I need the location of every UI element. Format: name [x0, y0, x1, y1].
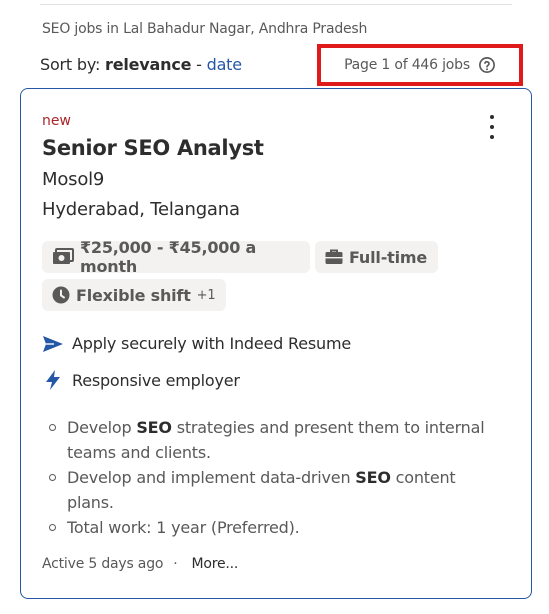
briefcase-icon — [325, 249, 343, 264]
responsive-feature: Responsive employer — [42, 369, 240, 391]
shift-extra-count: +1 — [196, 287, 216, 303]
sort-current-option: relevance — [105, 55, 192, 74]
clock-icon — [52, 286, 70, 304]
money-bill-icon — [53, 248, 74, 264]
page-count-highlight: Page 1 of 446 jobs — [317, 44, 523, 86]
job-title[interactable]: Senior SEO Analyst — [42, 136, 264, 160]
apply-text: Apply securely with Indeed Resume — [72, 334, 351, 353]
responsive-text: Responsive employer — [72, 370, 240, 390]
page-count-text: Page 1 of 446 jobs — [344, 57, 470, 73]
kebab-menu-icon[interactable] — [481, 114, 503, 140]
top-divider — [40, 4, 512, 5]
sort-by-date-link[interactable]: date — [207, 55, 242, 74]
snippet-item: Develop SEO strategies and present them … — [49, 415, 507, 465]
shift-text: Flexible shift — [76, 285, 191, 305]
sort-separator: - — [196, 55, 202, 74]
snippet-item: Develop and implement data-driven SEO co… — [49, 465, 507, 515]
send-arrow-icon — [43, 335, 63, 352]
job-footer: Active 5 days ago · More... — [42, 556, 238, 572]
snippet-item: Total work: 1 year (Preferred). — [49, 515, 507, 540]
job-type-chip: Full-time — [315, 241, 438, 273]
sort-label: Sort by: — [40, 55, 101, 74]
job-snippet: Develop SEO strategies and present them … — [49, 415, 507, 540]
question-circle-icon[interactable] — [478, 56, 496, 74]
lightning-bolt-icon — [46, 370, 60, 390]
salary-chip: ₹25,000 - ₹45,000 a month — [42, 238, 310, 276]
salary-text: ₹25,000 - ₹45,000 a month — [80, 238, 257, 276]
apply-feature: Apply securely with Indeed Resume — [42, 334, 351, 353]
search-breadcrumb: SEO jobs in Lal Bahadur Nagar, Andhra Pr… — [42, 21, 368, 37]
active-date: Active 5 days ago — [42, 556, 164, 572]
company-name: Mosol9 — [42, 169, 105, 190]
job-card[interactable]: new Senior SEO Analyst Mosol9 Hyderabad,… — [20, 88, 532, 599]
new-badge: new — [42, 113, 71, 129]
more-link[interactable]: More... — [192, 556, 239, 572]
footer-separator: · — [173, 556, 178, 572]
sort-control: Sort by: relevance - date — [40, 55, 242, 74]
shift-chip: Flexible shift +1 — [42, 279, 226, 311]
job-type-text: Full-time — [349, 247, 427, 267]
job-location: Hyderabad, Telangana — [42, 199, 240, 220]
